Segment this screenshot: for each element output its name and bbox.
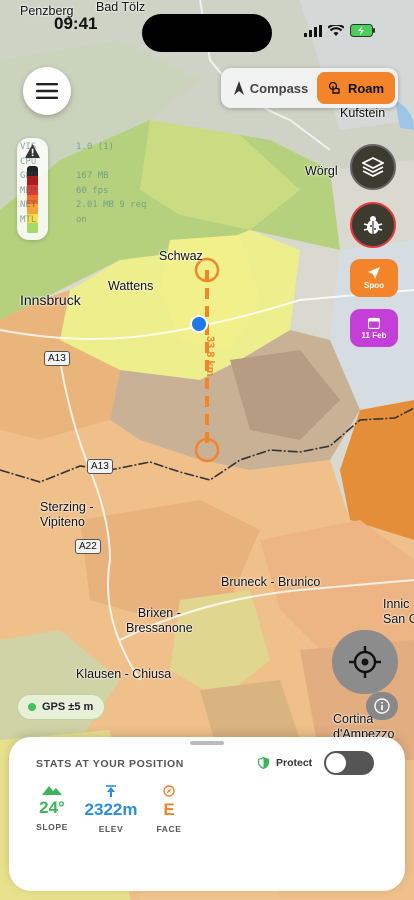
compass-icon — [163, 785, 175, 797]
slope-stat: 24° SLOPE — [32, 785, 72, 832]
wifi-icon — [328, 24, 344, 36]
bug-icon — [363, 216, 383, 234]
layers-button[interactable] — [350, 144, 396, 190]
place-label: Klausen - Chiusa — [76, 667, 172, 681]
recenter-location-button[interactable] — [332, 630, 398, 694]
sheet-grabber[interactable] — [190, 741, 224, 745]
info-icon — [374, 698, 390, 714]
hamburger-icon — [36, 83, 58, 99]
road-shield: A13 — [44, 351, 70, 366]
slope-label: SLOPE — [36, 822, 68, 832]
date-label: 11 Feb — [361, 330, 387, 340]
date-picker-button[interactable]: 11 Feb — [350, 309, 398, 347]
calendar-icon — [368, 317, 380, 329]
debug-key: GPU — [20, 171, 37, 181]
debug-overlay-keys: VIS CPU GPU MEM NET MTL — [20, 140, 36, 227]
compass-arrow-icon — [233, 81, 244, 95]
gps-status-dot — [28, 703, 36, 711]
debug-value: 60 fps — [76, 185, 109, 196]
menu-button[interactable] — [23, 67, 71, 115]
debug-key: MTL — [20, 214, 37, 225]
protect-label-group: Protect — [258, 757, 312, 769]
hand-tap-icon — [328, 81, 340, 94]
place-label: Bruneck - Brunico — [221, 575, 321, 589]
stats-bottom-sheet[interactable]: STATS AT YOUR POSITION Protect 24° SLOPE… — [9, 737, 405, 891]
status-time: 09:41 — [54, 14, 98, 33]
place-label: Sterzing - Vipiteno — [40, 500, 94, 529]
debug-overlay-values: 1.0 (1) 167 MB 60 fps 2.01 MB 9 req on — [76, 140, 146, 227]
roam-mode-button[interactable]: Roam — [317, 72, 395, 104]
debug-button[interactable] — [350, 202, 396, 248]
slope-value: 24° — [39, 798, 65, 817]
place-label: Innsbruck — [20, 292, 81, 308]
mountain-icon — [42, 786, 62, 795]
spoo-label: Spoo — [364, 280, 384, 290]
location-arrow-icon — [368, 266, 380, 279]
toggle-knob — [326, 753, 346, 773]
roam-mode-label: Roam — [347, 80, 385, 96]
road-shield: A13 — [87, 459, 113, 474]
layers-icon — [362, 156, 384, 178]
elevation-arrow-icon — [106, 785, 116, 797]
dynamic-island — [142, 14, 272, 52]
debug-key: VIS — [20, 142, 37, 152]
crosshair-icon — [349, 646, 381, 678]
face-value: E — [163, 800, 175, 819]
place-label: Brixen - Bressanone — [126, 606, 193, 635]
map-info-button[interactable] — [366, 692, 398, 720]
status-bar: 09:41 — [0, 0, 414, 52]
gps-accuracy-label: GPS ±5 m — [42, 701, 94, 713]
spoof-location-button[interactable]: Spoo — [350, 259, 398, 297]
elevation-label: ELEV — [98, 824, 124, 834]
debug-value — [76, 155, 146, 170]
stats-title: STATS AT YOUR POSITION — [36, 758, 184, 770]
face-label: FACE — [156, 824, 182, 834]
debug-value: 1.0 (1) — [76, 142, 114, 152]
place-label: Wörgl — [305, 164, 338, 178]
protect-label: Protect — [276, 757, 313, 769]
elevation-stat: 2322m ELEV — [81, 785, 141, 834]
debug-key: NET — [20, 200, 37, 210]
place-label: Wattens — [108, 279, 154, 293]
mode-toggle: Compass Roam — [221, 68, 398, 108]
signal-icon — [304, 24, 322, 37]
face-stat: E FACE — [154, 785, 184, 834]
user-location-dot — [190, 315, 208, 333]
place-label: Innic San Ca — [383, 597, 414, 626]
debug-key: CPU — [20, 156, 37, 167]
compass-mode-button[interactable]: Compass — [225, 72, 317, 104]
place-label: Schwaz — [159, 249, 203, 263]
route-distance-label: 33.8 km — [204, 336, 216, 377]
gps-accuracy-badge: GPS ±5 m — [17, 694, 105, 720]
debug-key: MEM — [20, 185, 37, 196]
debug-value: 2.01 MB 9 req — [76, 200, 147, 210]
protect-toggle[interactable] — [324, 751, 374, 775]
compass-mode-label: Compass — [249, 80, 309, 96]
shield-icon — [258, 757, 269, 769]
road-shield: A22 — [75, 539, 101, 554]
debug-value: on — [76, 214, 87, 225]
battery-charging-icon — [350, 24, 375, 37]
debug-value: 167 MB — [76, 171, 109, 181]
place-label: Kufstein — [340, 106, 386, 120]
elevation-value: 2322m — [84, 800, 138, 819]
